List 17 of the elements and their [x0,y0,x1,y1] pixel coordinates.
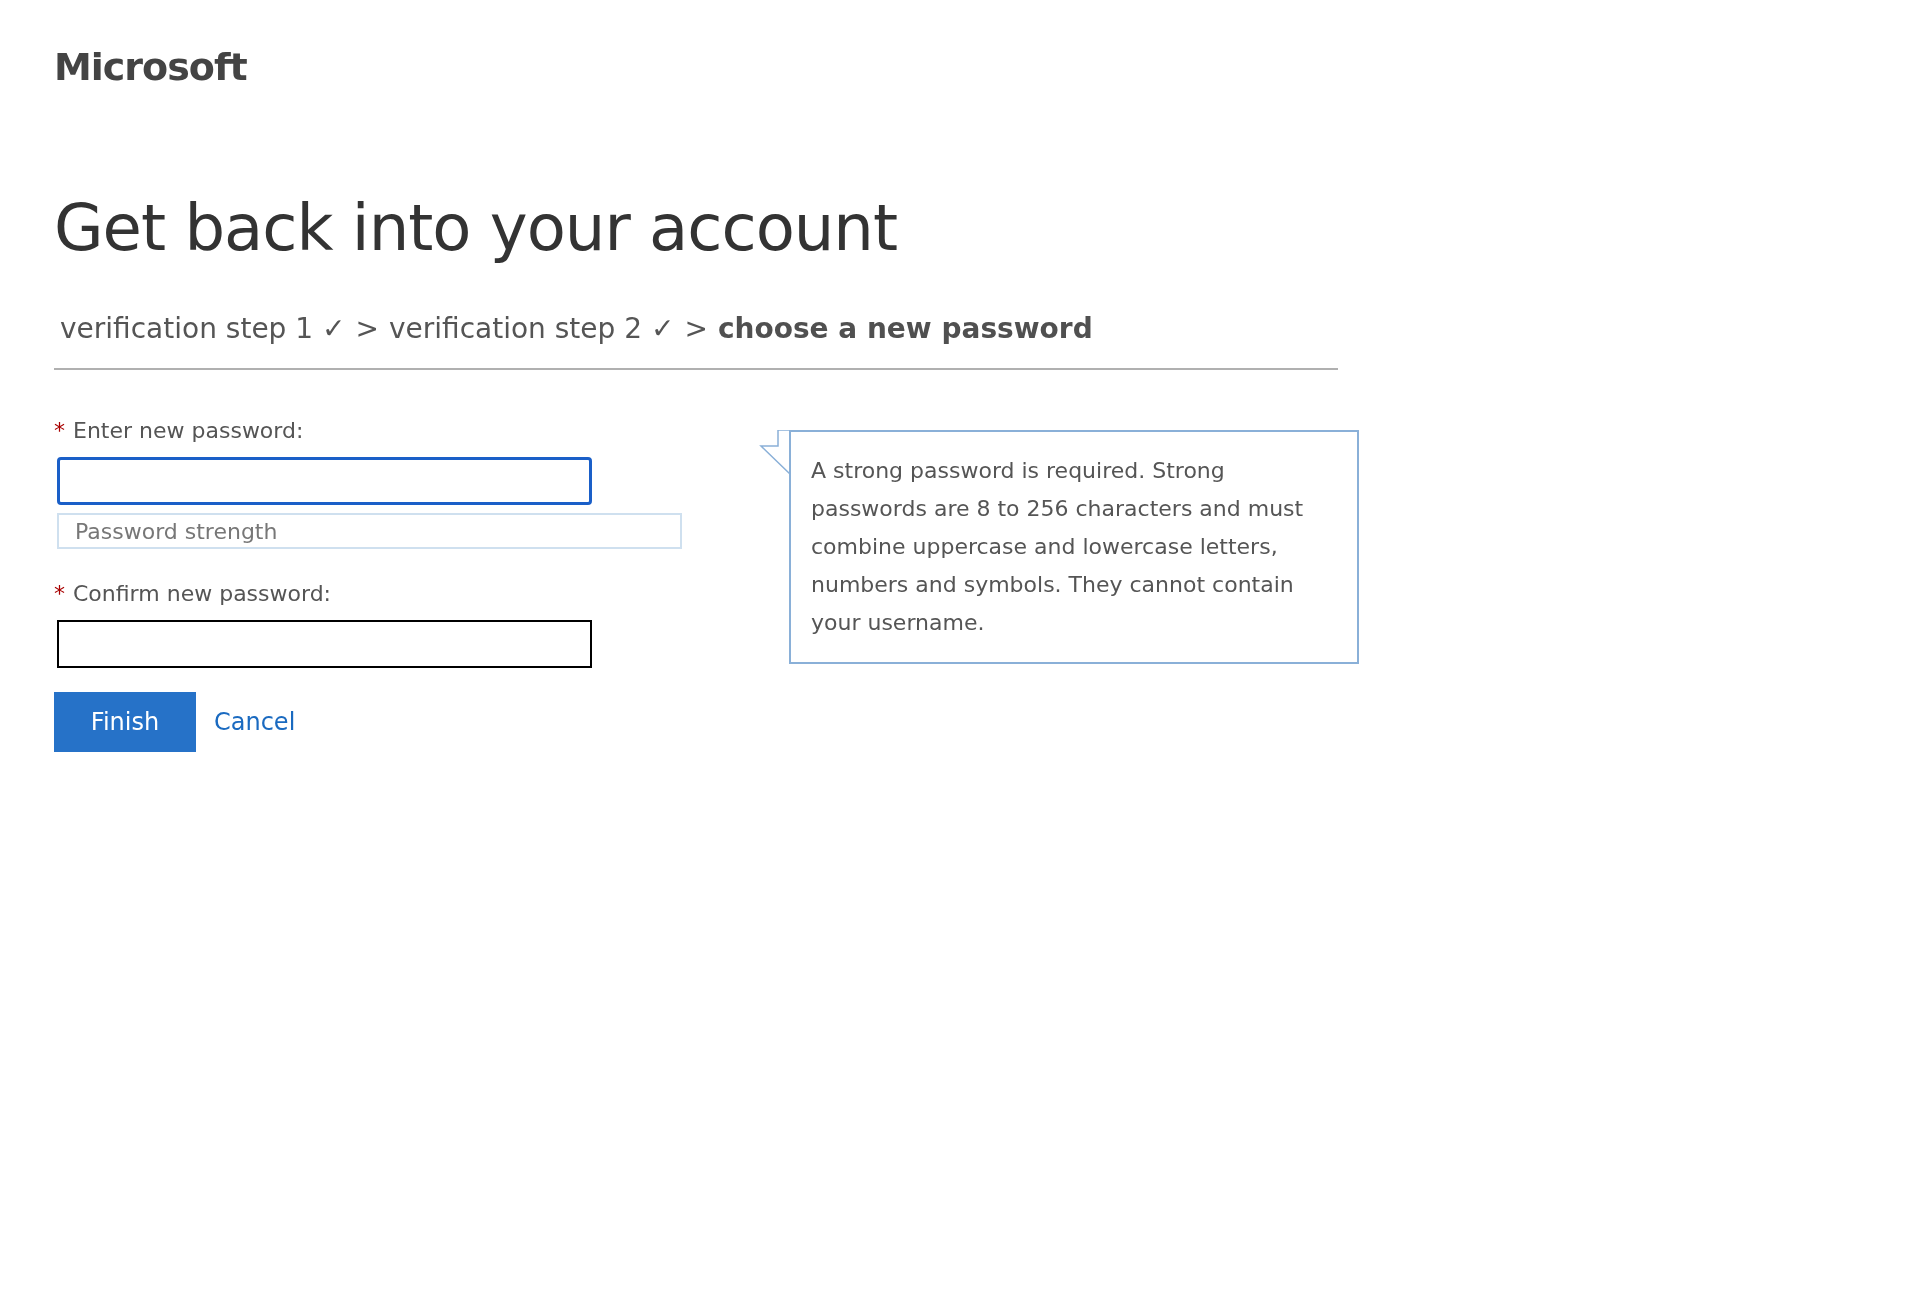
breadcrumb-step: verification step 1 ✓ [60,308,346,350]
breadcrumb-step: choose a new password [717,308,1093,350]
finish-button[interactable]: Finish [54,692,196,752]
password-field[interactable] [57,620,592,668]
password-tooltip: A strong password is required. Strong passwords are 8 to 256 characters and must combine uppercase and lowercase letters, numbers and symbols. They cannot contain your username. [789,430,1359,664]
required-mark: * [54,417,65,445]
breadcrumb-separator: > [684,311,708,347]
breadcrumb-step: verification step 2 ✓ [388,308,675,350]
breadcrumb-separator: > [355,311,379,347]
tooltip-pointer-icon [759,430,791,476]
logo: Microsoft [54,48,247,86]
required-mark: * [54,580,65,608]
field-label: Confirm new password: [73,580,332,608]
field-label: Enter new password: [73,417,304,445]
cancel-link[interactable]: Cancel [214,704,296,740]
password-strength-meter: Password strength [57,513,682,549]
password-field[interactable] [57,457,592,505]
